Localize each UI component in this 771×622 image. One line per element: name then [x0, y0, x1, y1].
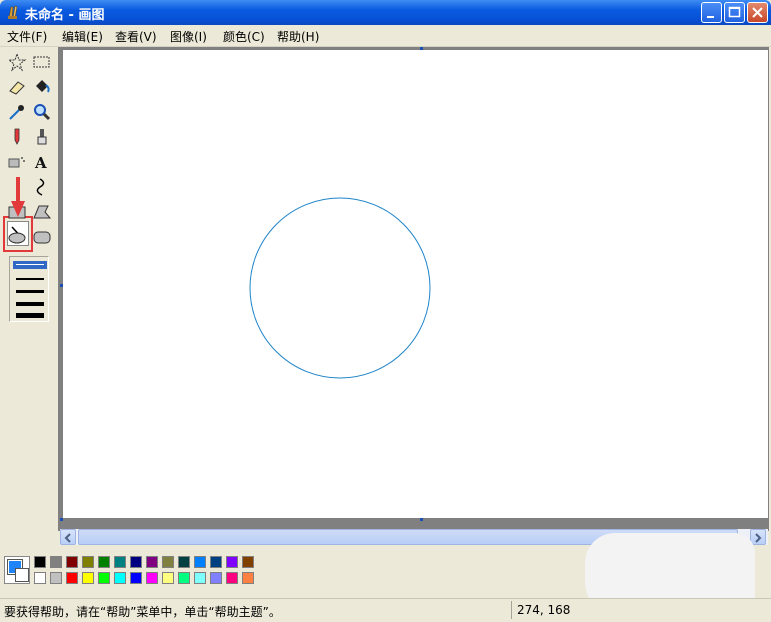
- airbrush-tool[interactable]: [6, 151, 28, 173]
- eraser-icon: [9, 81, 25, 95]
- palette-swatch-2-13[interactable]: [242, 572, 254, 584]
- palette-swatch-2-1[interactable]: [50, 572, 62, 584]
- free-form-select-tool[interactable]: [6, 51, 28, 73]
- drawing-canvas[interactable]: [63, 50, 768, 518]
- status-bar: 要获得帮助，请在“帮助”菜单中，单击“帮助主题”。 274, 168: [0, 598, 771, 622]
- palette-swatch-1-7[interactable]: [146, 556, 158, 568]
- palette-swatch-2-4[interactable]: [98, 572, 110, 584]
- background-color: [15, 568, 29, 582]
- line-width-1[interactable]: [16, 264, 44, 265]
- line-width-selected: [13, 261, 47, 269]
- brush-tool[interactable]: [31, 126, 53, 148]
- eraser-tool[interactable]: [6, 76, 28, 98]
- minimize-button[interactable]: [701, 2, 722, 23]
- svg-text:A: A: [34, 154, 47, 172]
- scroll-left-button[interactable]: [60, 529, 76, 545]
- palette-swatch-2-7[interactable]: [146, 572, 158, 584]
- curve-tool[interactable]: [31, 176, 53, 198]
- palette-swatch-2-0[interactable]: [34, 572, 46, 584]
- maximize-button[interactable]: [724, 2, 745, 23]
- polygon-icon: [33, 205, 52, 219]
- polygon-tool[interactable]: [31, 201, 53, 223]
- palette-swatch-2-3[interactable]: [82, 572, 94, 584]
- rounded-rectangle-tool[interactable]: [31, 226, 53, 248]
- line-width-4[interactable]: [16, 302, 44, 306]
- status-coordinates: 274, 168: [517, 603, 571, 617]
- menu-edit[interactable]: 编辑(E): [62, 28, 103, 45]
- palette-swatch-2-6[interactable]: [130, 572, 142, 584]
- palette-swatch-2-5[interactable]: [114, 572, 126, 584]
- pencil-icon: [14, 128, 20, 145]
- palette-swatch-1-10[interactable]: [194, 556, 206, 568]
- eyedropper-icon: [9, 105, 24, 120]
- palette-swatch-1-3[interactable]: [82, 556, 94, 568]
- menu-image[interactable]: 图像(I): [170, 28, 207, 45]
- palette-swatch-1-8[interactable]: [162, 556, 174, 568]
- status-help-text: 要获得帮助，请在“帮助”菜单中，单击“帮助主题”。: [4, 605, 281, 619]
- line-width-selector[interactable]: [9, 256, 49, 322]
- palette-swatch-2-8[interactable]: [162, 572, 174, 584]
- pencil-tool[interactable]: [6, 126, 28, 148]
- text-tool[interactable]: A: [31, 151, 53, 173]
- menu-colors[interactable]: 颜色(C): [223, 28, 265, 45]
- pick-color-tool[interactable]: [6, 101, 28, 123]
- magnifier-tool[interactable]: [31, 101, 53, 123]
- canvas-drawing: [249, 197, 431, 379]
- fill-tool[interactable]: [31, 76, 53, 98]
- palette-swatch-2-11[interactable]: [210, 572, 222, 584]
- line-width-2[interactable]: [16, 278, 44, 280]
- palette-swatch-1-2[interactable]: [66, 556, 78, 568]
- drawn-circle: [249, 197, 431, 379]
- brush-icon: [37, 129, 47, 145]
- resize-handle-left: [60, 284, 63, 287]
- window-title: 未命名 - 画图: [25, 8, 105, 23]
- rect-select-icon: [33, 56, 50, 68]
- paint-app-icon: [8, 5, 18, 19]
- select-tool[interactable]: [31, 51, 53, 73]
- line-width-5[interactable]: [16, 313, 44, 318]
- red-arrow-annotation: [11, 177, 25, 217]
- current-colors: [4, 556, 30, 584]
- text-a-icon: A: [34, 154, 47, 172]
- curve-icon: [36, 178, 45, 196]
- palette-swatch-1-4[interactable]: [98, 556, 110, 568]
- ellipse-icon: [8, 232, 26, 244]
- menu-view[interactable]: 查看(V): [115, 28, 157, 45]
- airbrush-icon: [8, 157, 25, 168]
- palette-swatch-1-11[interactable]: [210, 556, 222, 568]
- palette-swatch-2-2[interactable]: [66, 572, 78, 584]
- menu-bar: 文件(F) 编辑(E) 查看(V) 图像(I) 颜色(C) 帮助(H): [0, 25, 771, 47]
- menu-help[interactable]: 帮助(H): [277, 28, 319, 45]
- line-width-3[interactable]: [16, 290, 44, 293]
- title-bar: 未命名 - 画图: [0, 0, 771, 25]
- magnifier-icon: [34, 104, 51, 121]
- palette-swatch-1-9[interactable]: [178, 556, 190, 568]
- status-separator: [511, 601, 512, 619]
- rounded-rectangle-icon: [33, 231, 51, 244]
- menu-file[interactable]: 文件(F): [7, 28, 47, 45]
- palette-swatch-2-9[interactable]: [178, 572, 190, 584]
- paint-bucket-icon: [36, 80, 50, 93]
- palette-swatch-1-12[interactable]: [226, 556, 238, 568]
- palette-swatch-1-13[interactable]: [242, 556, 254, 568]
- star-select-icon: [7, 52, 27, 72]
- palette-swatch-1-0[interactable]: [34, 556, 46, 568]
- ellipse-tool[interactable]: [6, 226, 28, 248]
- resize-handle-bottom-left[interactable]: [60, 518, 63, 521]
- close-button[interactable]: [747, 2, 768, 23]
- resize-handle-bottom[interactable]: [420, 518, 423, 521]
- palette-swatch-2-12[interactable]: [226, 572, 238, 584]
- resize-handle-top: [420, 47, 423, 50]
- chevron-right-icon: [755, 533, 762, 543]
- palette-swatch-1-1[interactable]: [50, 556, 62, 568]
- palette-swatch-1-6[interactable]: [130, 556, 142, 568]
- toolbox: A: [0, 47, 58, 527]
- palette-swatch-2-10[interactable]: [194, 572, 206, 584]
- palette-swatch-1-5[interactable]: [114, 556, 126, 568]
- chevron-left-icon: [64, 533, 71, 543]
